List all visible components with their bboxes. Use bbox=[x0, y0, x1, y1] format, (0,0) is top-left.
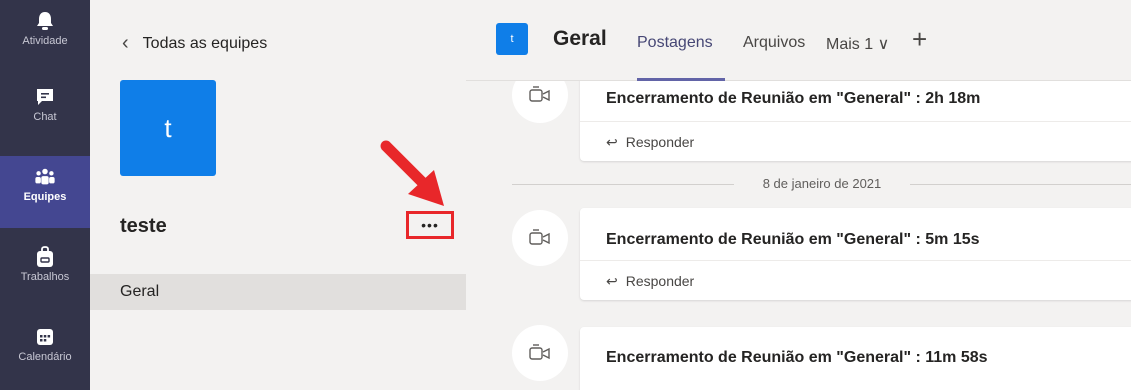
video-camera-icon bbox=[529, 86, 550, 102]
video-camera-icon bbox=[529, 229, 550, 245]
post-card[interactable]: Encerramento de Reunião em "General" : 5… bbox=[580, 208, 1131, 300]
post-title: Encerramento de Reunião em "General" : 5… bbox=[606, 231, 980, 248]
rail-item-teams[interactable]: Equipes bbox=[0, 156, 90, 228]
channel-label: Geral bbox=[120, 283, 160, 300]
rail-item-label: Trabalhos bbox=[20, 271, 70, 283]
more-options-button[interactable]: ••• bbox=[406, 211, 454, 239]
reply-button[interactable]: ↩ Responder bbox=[580, 121, 1131, 162]
team-avatar-initial: t bbox=[164, 112, 172, 143]
reply-icon: ↩ bbox=[606, 272, 618, 289]
tab-more[interactable]: Mais 1 ∨ bbox=[826, 34, 889, 54]
red-arrow-annotation bbox=[380, 140, 444, 206]
post-title: Encerramento de Reunião em "General" : 2… bbox=[606, 90, 981, 107]
rail-item-assignments[interactable]: Trabalhos bbox=[0, 236, 90, 308]
channel-title: Geral bbox=[553, 27, 607, 50]
channel-team-initial: t bbox=[510, 33, 514, 45]
bell-icon bbox=[34, 10, 56, 32]
team-name: teste bbox=[120, 215, 167, 237]
add-tab-button[interactable]: + bbox=[912, 24, 927, 55]
channel-main: t Geral Postagens Arquivos Mais 1 ∨ + En… bbox=[466, 0, 1131, 390]
back-label: Todas as equipes bbox=[142, 34, 268, 52]
rail-item-label: Atividade bbox=[22, 35, 68, 47]
rail-item-chat[interactable]: Chat bbox=[0, 76, 90, 148]
team-avatar: t bbox=[120, 80, 216, 176]
tab-posts[interactable]: Postagens bbox=[637, 34, 713, 52]
team-panel: ‹ Todas as equipes t teste ••• Geral bbox=[90, 0, 466, 390]
more-options-icon: ••• bbox=[421, 217, 439, 233]
reply-label: Responder bbox=[625, 134, 695, 150]
reply-button[interactable]: ↩ Responder bbox=[580, 260, 1131, 301]
chat-icon bbox=[34, 86, 56, 108]
posts-feed: Encerramento de Reunião em "General" : 2… bbox=[466, 81, 1131, 390]
calendar-icon bbox=[34, 326, 56, 348]
rail-item-calendar[interactable]: Calendário bbox=[0, 316, 90, 388]
rail-item-label: Chat bbox=[33, 111, 57, 123]
tab-files[interactable]: Arquivos bbox=[743, 34, 805, 52]
post-card[interactable]: Encerramento de Reunião em "General" : 1… bbox=[580, 327, 1131, 390]
assignments-icon bbox=[34, 246, 56, 268]
back-to-all-teams[interactable]: ‹ Todas as equipes bbox=[122, 32, 267, 55]
date-separator-text: 8 de janeiro de 2021 bbox=[762, 176, 882, 191]
rail-item-label: Calendário bbox=[18, 351, 72, 363]
rail-item-activity[interactable]: Atividade bbox=[0, 0, 90, 72]
channel-item-geral[interactable]: Geral bbox=[90, 274, 466, 310]
chevron-left-icon: ‹ bbox=[122, 32, 129, 54]
app-rail: Atividade Chat Equipes Trabalhos Calendá… bbox=[0, 0, 90, 390]
meeting-icon-circle bbox=[512, 325, 568, 381]
post-title: Encerramento de Reunião em "General" : 1… bbox=[606, 349, 988, 366]
channel-header: t Geral Postagens Arquivos Mais 1 ∨ + bbox=[466, 0, 1131, 81]
post-card[interactable]: Encerramento de Reunião em "General" : 2… bbox=[580, 81, 1131, 161]
channel-team-avatar: t bbox=[496, 23, 528, 55]
rail-item-label: Equipes bbox=[23, 191, 67, 203]
teams-icon bbox=[34, 166, 56, 188]
reply-label: Responder bbox=[625, 273, 695, 289]
date-separator: 8 de janeiro de 2021 bbox=[512, 174, 1131, 194]
video-camera-icon bbox=[529, 344, 550, 360]
meeting-icon-circle bbox=[512, 81, 568, 123]
reply-icon: ↩ bbox=[606, 133, 618, 150]
meeting-icon-circle bbox=[512, 210, 568, 266]
